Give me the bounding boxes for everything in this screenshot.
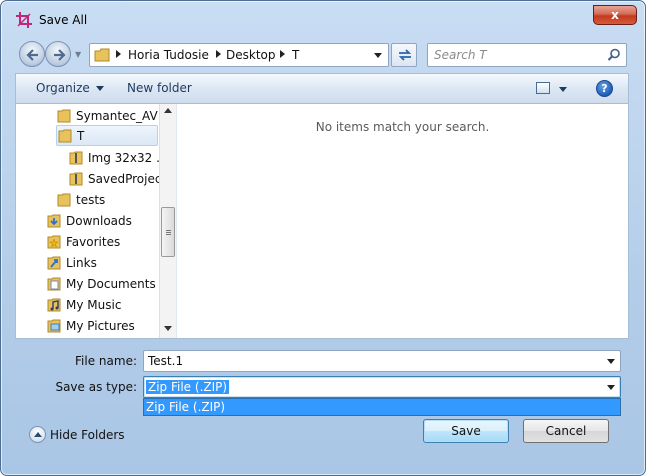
folder-icon [58,129,72,143]
scrollbar-thumb[interactable] [161,207,175,257]
file-name-value: Test.1 [148,354,184,368]
save-as-type-label: Save as type: [55,380,137,394]
close-button[interactable]: x [593,5,637,25]
breadcrumb-desktop[interactable]: Desktop [226,48,276,62]
scroll-up-icon[interactable] [164,108,172,113]
chevron-down-icon[interactable] [607,359,615,364]
title-bar: Save All x [1,1,645,37]
breadcrumb-horia-tudosie[interactable]: Horia Tudosie [128,48,209,62]
tree-item-my-documents[interactable]: My Documents [46,274,159,295]
pictures-icon [47,319,61,333]
tree-item-links[interactable]: Links [46,253,159,274]
save-as-type-select[interactable]: Zip File (.ZIP) [143,376,621,398]
arrow-left-icon [26,49,38,61]
save-all-dialog: Save All x ▼ Horia Tudosie Desktop T Sea… [0,0,646,476]
folder-icon [57,193,71,207]
zip-folder-icon [69,151,83,165]
empty-folder-message: No items match your search. [315,120,490,134]
help-icon[interactable]: ? [596,80,613,97]
change-view-icon[interactable] [536,82,550,94]
tree-item-favorites[interactable]: Favorites [46,232,159,253]
breadcrumb-separator-icon[interactable] [280,50,285,58]
music-icon [47,298,61,312]
crop-icon [16,12,32,28]
cancel-button[interactable]: Cancel [523,419,609,443]
new-folder-button[interactable]: New folder [127,81,192,95]
forward-button[interactable] [45,41,71,67]
file-list-pane[interactable]: No items match your search. [177,104,628,338]
back-button[interactable] [19,41,45,67]
navigation-bar: ▼ Horia Tudosie Desktop T Search T [15,39,629,69]
downloads-icon [47,214,61,228]
dropdown-option-zip[interactable]: Zip File (.ZIP) [146,400,225,414]
tree-item-downloads[interactable]: Downloads [46,211,159,232]
save-button[interactable]: Save [423,419,509,443]
tree-item-t[interactable]: T [56,125,158,146]
command-toolbar: Organize New folder ? [15,73,629,103]
window-title: Save All [39,13,88,27]
tree-item-symantec[interactable]: Symantec_AV 1 [56,106,169,127]
tree-item-img-zip[interactable]: Img 32x32 .Zi [68,148,171,169]
save-as-type-value: Zip File (.ZIP) [146,380,230,394]
file-name-label: File name: [75,354,137,368]
address-history-dropdown-icon[interactable] [374,53,382,58]
favorites-icon [47,235,61,249]
search-icon[interactable] [607,48,621,62]
navigation-pane: Symantec_AV 1 T Img 32x32 .Zi SavedProje… [16,104,177,338]
close-icon: x [611,8,619,22]
file-name-field[interactable]: Test.1 [143,350,621,372]
tree-item-my-pictures[interactable]: My Pictures [46,316,159,337]
navigation-scrollbar[interactable] [159,104,176,338]
folder-icon [94,48,110,62]
breadcrumb-t[interactable]: T [292,48,299,62]
organize-button[interactable]: Organize [36,81,104,95]
tree-item-savedproject[interactable]: SavedProject [68,169,166,190]
chevron-down-icon[interactable] [607,385,615,390]
documents-icon [47,277,61,291]
folder-icon [57,109,71,123]
tree-item-tests[interactable]: tests [56,190,159,211]
refresh-button[interactable] [391,43,417,67]
scroll-down-icon[interactable] [164,326,172,331]
search-input[interactable]: Search T [427,43,627,67]
arrow-right-icon [54,49,66,61]
search-placeholder: Search T [434,48,487,62]
refresh-icon [398,49,412,61]
recent-pages-dropdown-icon[interactable]: ▼ [75,50,81,59]
view-options-dropdown-icon[interactable] [559,87,567,92]
breadcrumb-separator-icon[interactable] [216,50,221,58]
address-bar[interactable]: Horia Tudosie Desktop T [89,43,389,67]
links-icon [47,256,61,270]
grip-icon [166,230,171,231]
save-as-type-dropdown-list: Zip File (.ZIP) [143,398,621,416]
browser-content: Symantec_AV 1 T Img 32x32 .Zi SavedProje… [15,103,629,339]
chevron-up-icon [29,426,46,443]
breadcrumb-separator-icon[interactable] [116,50,121,58]
hide-folders-label: Hide Folders [50,428,125,442]
zip-folder-icon [69,172,83,186]
tree-item-my-music[interactable]: My Music [46,295,159,316]
